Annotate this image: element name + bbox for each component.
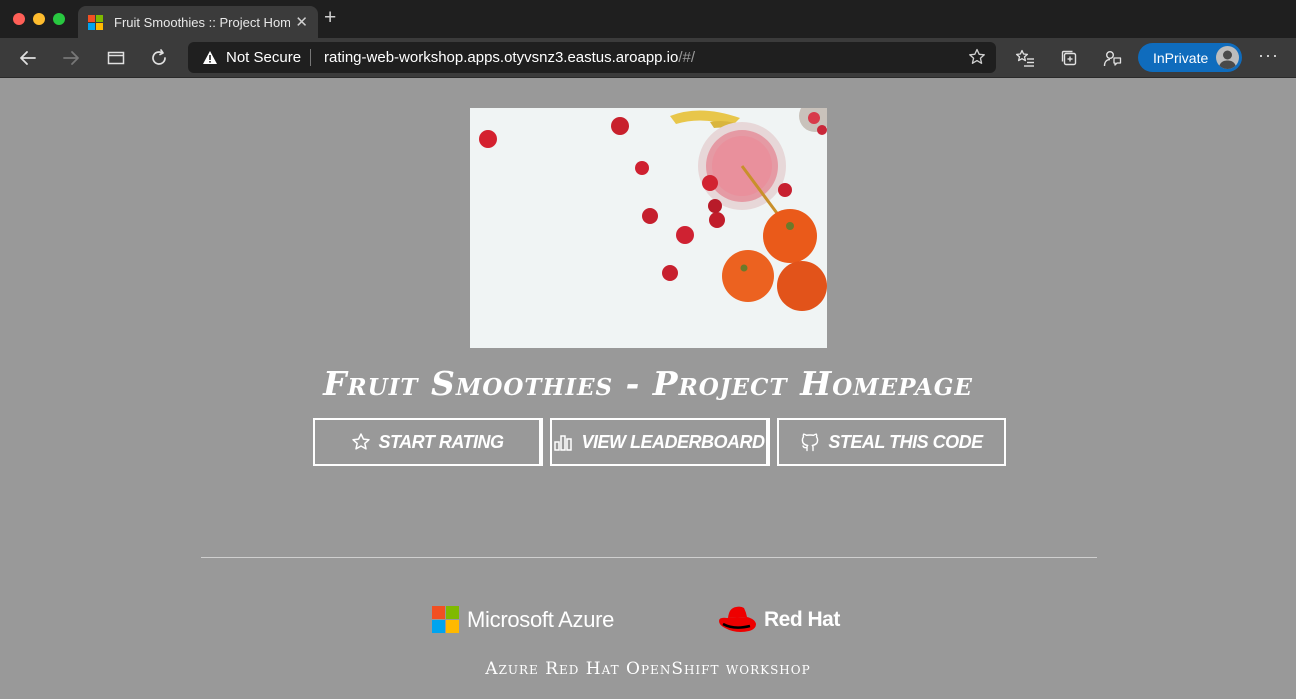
url-main: rating-web-workshop.apps.otyvsnz3.eastus… xyxy=(324,49,679,66)
tab-actions-icon xyxy=(107,51,125,65)
star-icon xyxy=(351,433,370,450)
red-hat-text: Red Hat xyxy=(764,608,840,631)
hero-smoothie-image xyxy=(470,108,827,348)
tab-actions-button[interactable] xyxy=(103,46,129,70)
feedback-button[interactable] xyxy=(1099,46,1125,70)
red-hat-logo: Red Hat xyxy=(716,604,840,636)
favorites-list-icon xyxy=(1015,49,1034,67)
browser-tab-bar: Fruit Smoothies :: Project Homepage ✕ + xyxy=(0,0,1296,38)
button-divider xyxy=(541,418,543,466)
red-hat-icon xyxy=(719,606,756,632)
collections-button[interactable] xyxy=(1056,46,1082,70)
microsoft-azure-text: Microsoft Azure xyxy=(467,606,615,632)
new-tab-button[interactable]: + xyxy=(324,7,336,28)
steal-this-code-button[interactable]: Steal this code xyxy=(777,418,1006,466)
favorites-button[interactable] xyxy=(1012,46,1038,70)
minimize-window-button[interactable] xyxy=(33,13,45,25)
microsoft-azure-logo: Microsoft Azure xyxy=(432,606,614,633)
refresh-button[interactable] xyxy=(146,46,172,70)
github-icon xyxy=(802,433,819,452)
feedback-icon xyxy=(1103,50,1121,66)
profile-avatar-icon xyxy=(1216,46,1239,69)
warning-icon xyxy=(203,51,217,64)
back-button[interactable] xyxy=(15,46,41,70)
start-rating-button[interactable]: Start Rating xyxy=(313,418,541,466)
maximize-window-button[interactable] xyxy=(53,13,65,25)
start-rating-label: Start Rating xyxy=(378,431,505,452)
favorite-star-icon xyxy=(969,48,985,64)
bar-chart-icon xyxy=(554,435,573,451)
steal-this-code-label: Steal this code xyxy=(828,431,983,452)
url-text[interactable]: rating-web-workshop.apps.otyvsnz3.eastus… xyxy=(324,49,695,66)
inprivate-button[interactable]: InPrivate xyxy=(1138,43,1242,72)
page-title: Fruit Smoothies - Project Homepage xyxy=(323,364,973,403)
view-leaderboard-button[interactable]: View Leaderboard xyxy=(550,418,768,466)
microsoft-logo-icon xyxy=(432,606,459,633)
browser-tab[interactable]: Fruit Smoothies :: Project Homepage ✕ xyxy=(78,6,318,38)
back-arrow-icon xyxy=(20,51,36,65)
tab-close-icon[interactable]: ✕ xyxy=(295,13,308,31)
refresh-icon xyxy=(152,49,166,65)
address-bar[interactable]: Not Secure rating-web-workshop.apps.otyv… xyxy=(188,42,996,73)
workshop-footer-text: Azure Red Hat OpenShift workshop xyxy=(485,659,811,679)
settings-more-button[interactable]: ··· xyxy=(1258,45,1279,66)
footer-divider xyxy=(201,557,1097,558)
view-leaderboard-label: View Leaderboard xyxy=(581,431,765,452)
browser-toolbar: Not Secure rating-web-workshop.apps.otyv… xyxy=(0,38,1296,78)
button-divider xyxy=(768,418,770,466)
forward-button[interactable] xyxy=(58,46,84,70)
microsoft-favicon-icon xyxy=(88,15,103,30)
close-window-button[interactable] xyxy=(13,13,25,25)
inprivate-label: InPrivate xyxy=(1153,50,1209,66)
url-tail: /#/ xyxy=(678,49,696,66)
tab-title: Fruit Smoothies :: Project Homepage xyxy=(114,15,290,30)
security-status[interactable]: Not Secure xyxy=(226,49,301,66)
collections-icon xyxy=(1061,50,1077,66)
forward-arrow-icon xyxy=(63,51,79,65)
address-separator xyxy=(310,49,311,66)
